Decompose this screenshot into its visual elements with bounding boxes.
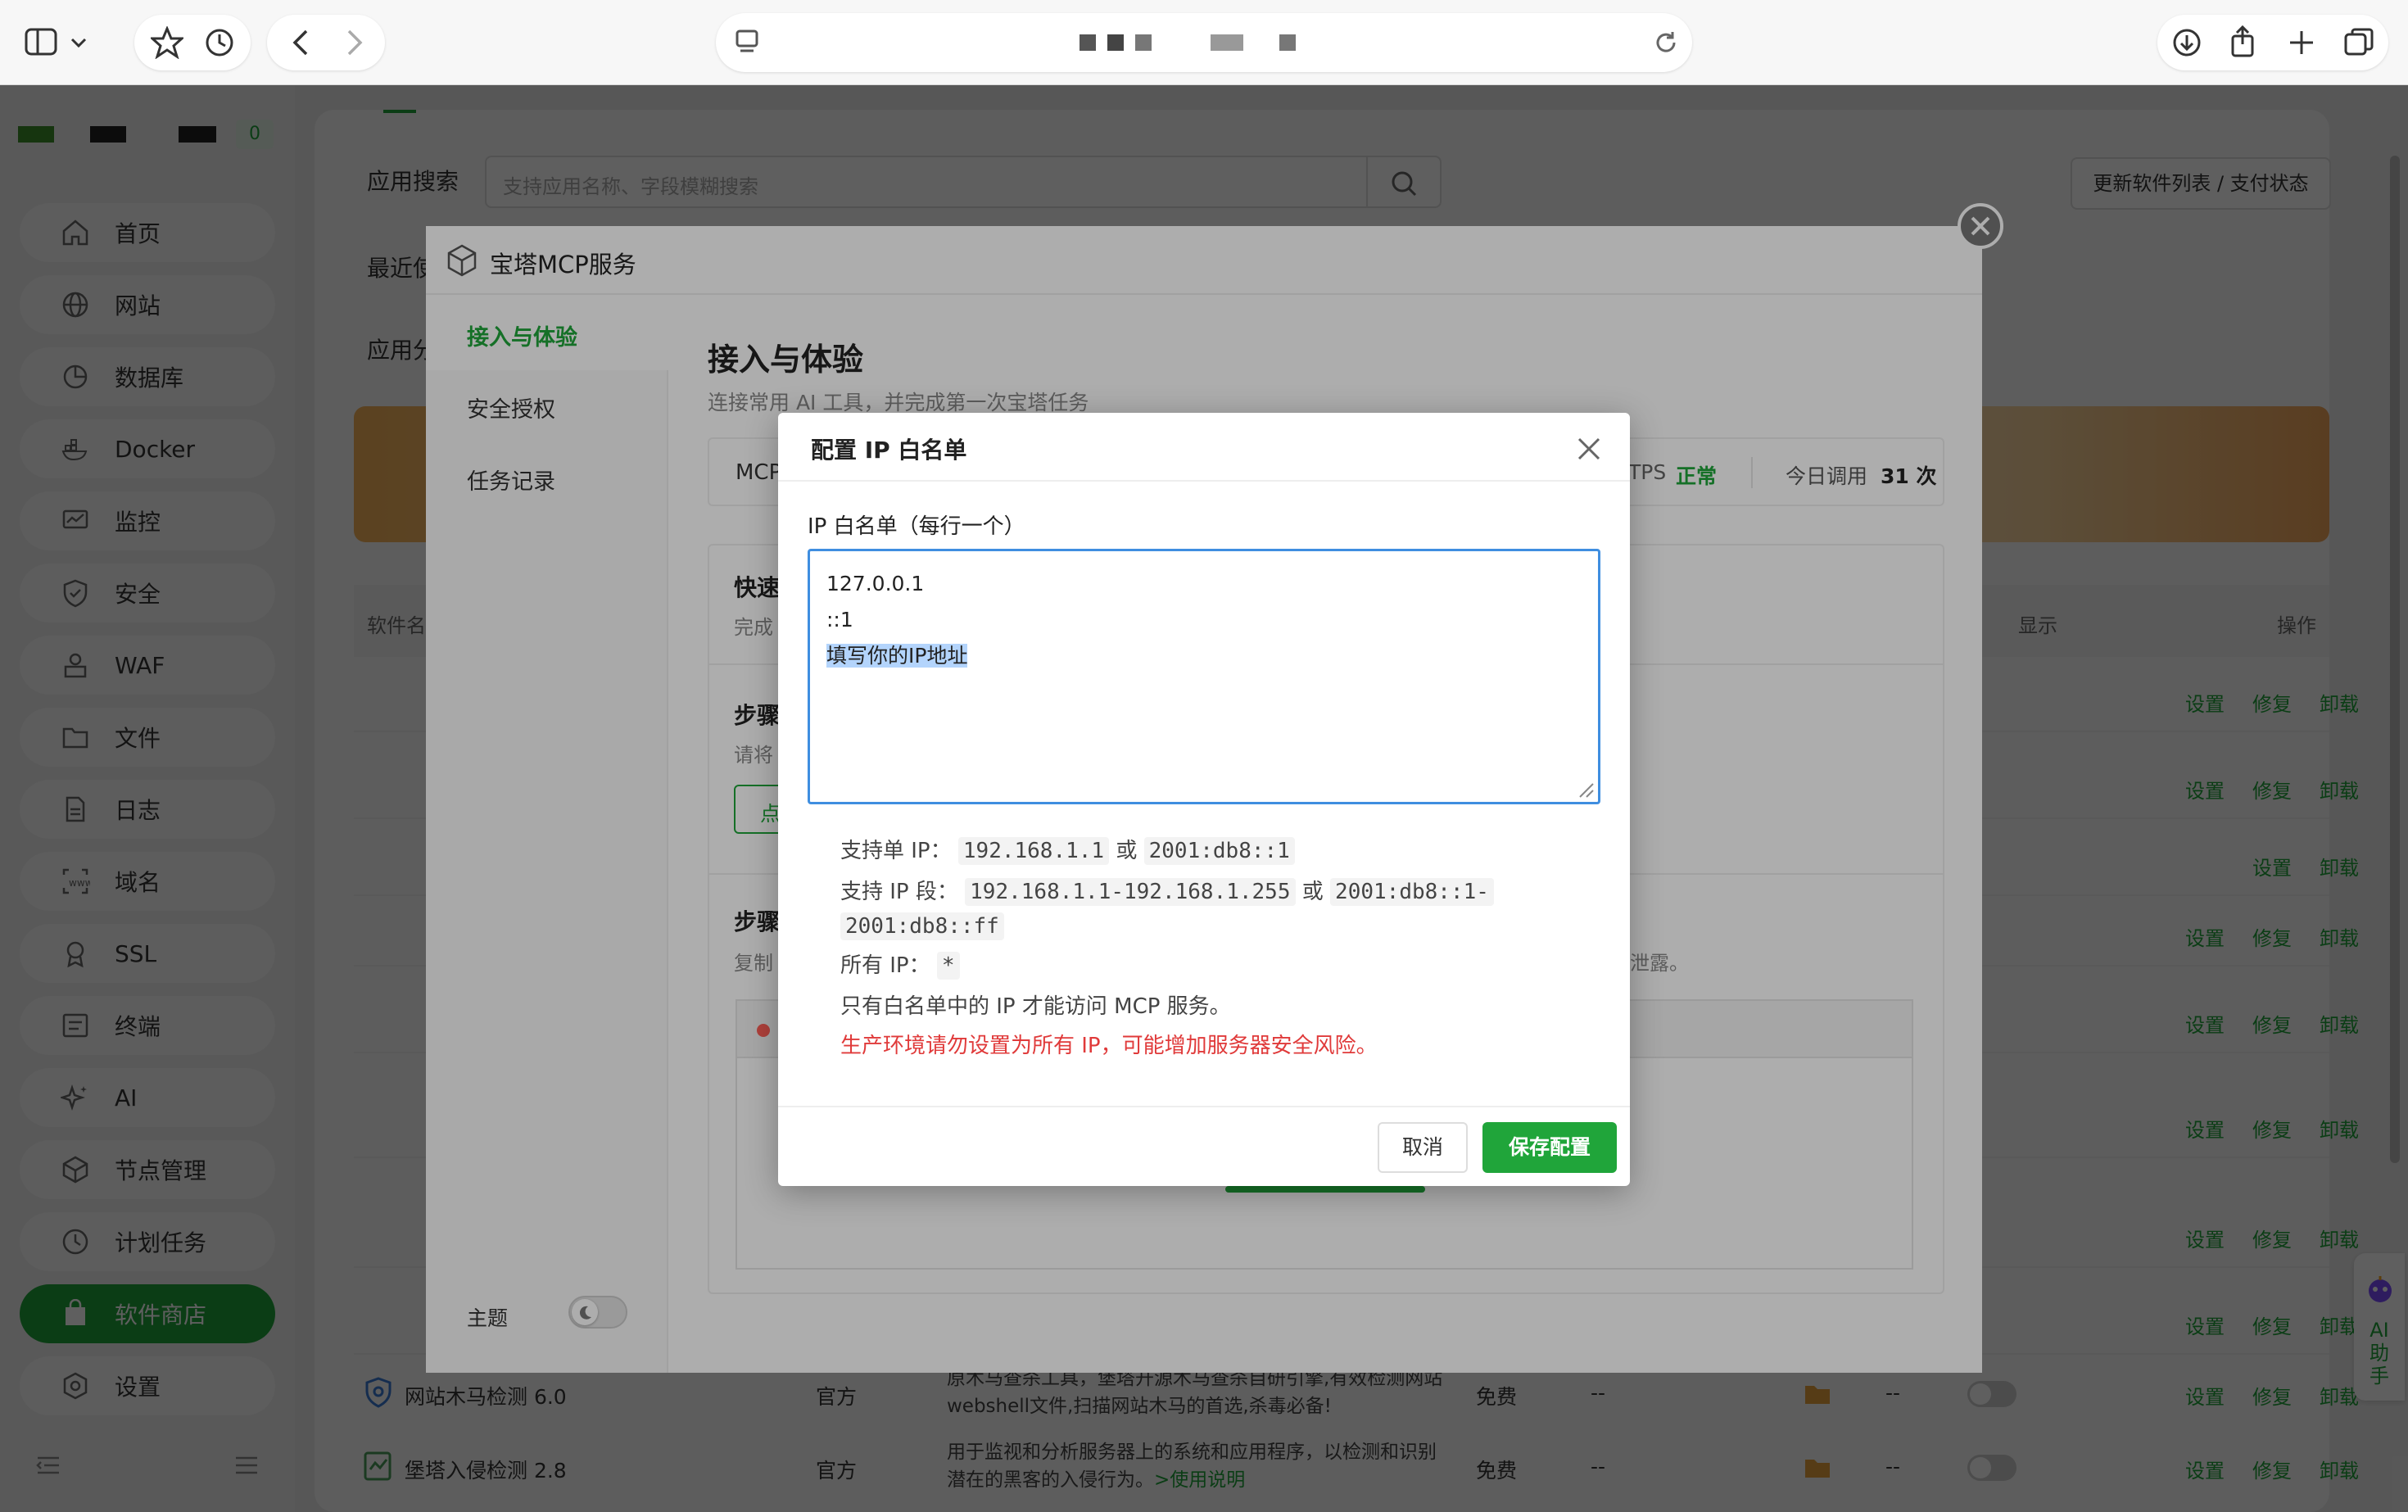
dialog-title: 配置 IP 白名单 xyxy=(811,437,967,464)
hint-or: 或 xyxy=(1301,880,1324,904)
reload-icon[interactable] xyxy=(1653,29,1679,56)
whitelist-line: ::1 xyxy=(826,608,853,632)
whitelist-field-label: IP 白名单（每行一个） xyxy=(808,514,1025,539)
hint-all-ip: 所有 IP： * xyxy=(840,947,960,985)
whitelist-lines: 127.0.0.1 ::1 填写你的IP地址 xyxy=(826,566,968,674)
blurred-url-text xyxy=(1080,34,1391,52)
hint-code: 2001:db8::ff xyxy=(840,912,1004,940)
hint-code: 192.168.1.1-192.168.1.255 xyxy=(965,878,1296,906)
hint-ip-range: 支持 IP 段： 192.168.1.1-192.168.1.255 或 200… xyxy=(840,873,1494,911)
hint-label: 支持 IP 段： xyxy=(840,880,958,904)
hint-code: * xyxy=(936,952,960,980)
new-tab-plus-icon[interactable] xyxy=(2285,26,2318,59)
hint-code: 2001:db8::1 xyxy=(1143,837,1295,865)
star-icon[interactable] xyxy=(151,26,183,59)
hint-or: 或 xyxy=(1116,839,1138,863)
ip-whitelist-textarea[interactable]: 127.0.0.1 ::1 填写你的IP地址 xyxy=(808,549,1600,804)
ip-whitelist-dialog: 配置 IP 白名单 IP 白名单（每行一个） 127.0.0.1 ::1 填写你… xyxy=(778,413,1630,1186)
whitelist-line: 127.0.0.1 xyxy=(826,572,925,595)
hint-label: 所有 IP： xyxy=(840,953,930,978)
security-warning: 生产环境请勿设置为所有 IP，可能增加服务器安全风险。 xyxy=(840,1034,1378,1058)
dialog-header: 配置 IP 白名单 xyxy=(778,413,1630,482)
hint-whitelist-only: 只有白名单中的 IP 才能访问 MCP 服务。 xyxy=(840,994,1231,1019)
tab-overview-icon[interactable] xyxy=(2342,26,2375,59)
page-menu-icon[interactable] xyxy=(732,28,762,57)
forward-arrow-icon[interactable] xyxy=(337,26,370,59)
bookmark-history-group xyxy=(134,15,251,70)
browser-actions-group xyxy=(2157,15,2388,70)
resize-grip-icon[interactable] xyxy=(1575,779,1595,799)
back-arrow-icon[interactable] xyxy=(285,26,318,59)
dialog-close-icon[interactable] xyxy=(1574,434,1604,464)
hint-single-ip: 支持单 IP： 192.168.1.1 或 2001:db8::1 xyxy=(840,832,1295,870)
hint-label: 支持单 IP： xyxy=(840,839,952,863)
whitelist-line-selected: 填写你的IP地址 xyxy=(826,644,968,668)
share-icon[interactable] xyxy=(2226,25,2259,57)
browser-toolbar xyxy=(0,0,2408,85)
cancel-button[interactable]: 取消 xyxy=(1378,1122,1468,1173)
history-clock-icon[interactable] xyxy=(203,26,236,59)
save-config-button[interactable]: 保存配置 xyxy=(1482,1122,1617,1173)
nav-group xyxy=(267,15,385,70)
address-bar[interactable] xyxy=(716,13,1692,72)
download-icon[interactable] xyxy=(2170,26,2203,59)
sidebar-toggle-button[interactable] xyxy=(23,25,88,61)
hint-code: 192.168.1.1 xyxy=(957,837,1110,865)
hint-ip-range-cont: 2001:db8::ff xyxy=(840,908,1004,945)
hint-code: 2001:db8::1- xyxy=(1330,878,1494,906)
sidebar-toggle-icon xyxy=(25,28,87,56)
